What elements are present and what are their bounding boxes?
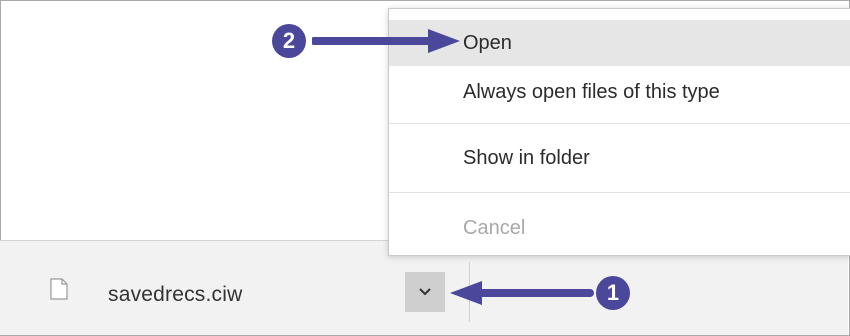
menu-item-cancel: Cancel [463, 217, 526, 239]
download-file-name[interactable]: savedrecs.ciw [108, 283, 242, 307]
download-menu-toggle-button[interactable] [405, 272, 445, 312]
menu-item-always-open[interactable]: Always open files of this type [389, 67, 850, 117]
arrow-left-icon [450, 281, 594, 305]
document-icon [50, 278, 68, 300]
step-2-badge: 2 [272, 24, 306, 58]
menu-item-show-in-folder[interactable]: Show in folder [389, 133, 850, 183]
step-1-badge: 1 [596, 276, 630, 310]
chevron-down-icon [419, 288, 431, 296]
arrow-right-icon [312, 29, 460, 53]
menu-separator [389, 192, 850, 193]
menu-separator [389, 123, 850, 124]
